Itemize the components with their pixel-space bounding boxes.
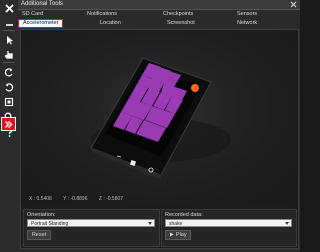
tab-accelerometer[interactable]: Accelerometer	[18, 19, 64, 28]
tab-sd-card[interactable]: SD Card	[22, 11, 43, 17]
z-value: Z : -0.5807	[98, 196, 124, 202]
x-value: X : 0.5408	[29, 196, 52, 202]
window-title: Additional Tools	[21, 1, 63, 7]
recorded-data-select[interactable]: shake	[165, 219, 292, 227]
additional-tools-window: Additional Tools SD Card Notifications C…	[18, 0, 300, 252]
recorded-data-panel: Recorded data: shake Play	[161, 209, 297, 247]
pointer-icon[interactable]	[0, 32, 18, 47]
tab-checkpoints[interactable]: Checkpoints	[163, 11, 193, 17]
additional-tools-button[interactable]	[1, 117, 16, 131]
tab-notifications[interactable]: Notifications	[87, 11, 117, 17]
recorded-data-value: shake	[169, 221, 183, 227]
phone-model[interactable]	[21, 30, 298, 205]
tab-strip: SD Card Notifications Checkpoints Sensor…	[18, 10, 300, 28]
accelerometer-panel: X : 0.5408 Y : -0.8896 Z : -0.5807 Orien…	[20, 29, 299, 249]
device-3d-view[interactable]: X : 0.5408 Y : -0.8896 Z : -0.5807	[21, 30, 298, 205]
orientation-select[interactable]: Portrait Standing	[27, 219, 155, 227]
title-bar: Additional Tools	[18, 0, 300, 10]
tab-location[interactable]: Location	[100, 20, 121, 26]
recorded-data-label: Recorded data:	[165, 212, 203, 218]
play-label: Play	[175, 232, 187, 238]
chevron-down-icon	[285, 222, 289, 225]
close-icon[interactable]	[0, 1, 18, 16]
tab-screenshot[interactable]: Screenshot	[167, 20, 195, 26]
chevron-down-icon	[148, 222, 152, 225]
accelerometer-readout: X : 0.5408 Y : -0.8896 Z : -0.5807	[29, 196, 133, 202]
rotate-left-icon[interactable]	[0, 64, 18, 79]
orientation-value: Portrait Standing	[31, 221, 69, 227]
emulator-toolbar	[0, 0, 18, 252]
touch-icon[interactable]	[0, 47, 18, 62]
orientation-panel: Orientation: Portrait Standing Reset	[23, 209, 160, 247]
play-icon	[170, 232, 174, 236]
tab-network[interactable]: Network	[237, 20, 257, 26]
orientation-label: Orientation:	[27, 212, 56, 218]
play-button[interactable]: Play	[165, 230, 191, 240]
double-chevron-right-icon	[5, 120, 13, 128]
minimize-icon[interactable]	[0, 16, 18, 31]
y-value: Y : -0.8896	[63, 196, 88, 202]
reset-button[interactable]: Reset	[27, 230, 51, 240]
tab-sensors[interactable]: Sensors	[237, 11, 257, 17]
rotate-right-icon[interactable]	[0, 79, 18, 94]
close-icon[interactable]	[290, 1, 297, 8]
fit-to-screen-icon[interactable]	[0, 94, 18, 109]
